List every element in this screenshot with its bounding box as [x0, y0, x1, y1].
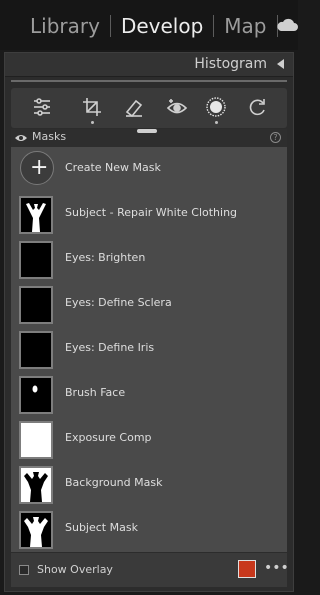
red-eye-icon[interactable]: [166, 96, 188, 118]
tool-indicator-dot: [91, 121, 94, 124]
plus-icon: +: [30, 155, 49, 180]
mask-list: + Create New Mask Subject - Repair White…: [11, 147, 287, 552]
right-panel: Histogram Masks ? + Create New Mask Subj…: [4, 52, 294, 592]
mask-thumbnail: [19, 331, 53, 369]
mask-thumbnail: [19, 241, 53, 279]
masks-header: Masks ?: [11, 129, 287, 147]
mask-label: Eyes: Define Sclera: [65, 296, 172, 309]
panel-edge: [294, 50, 298, 595]
list-item[interactable]: Subject - Repair White Clothing: [11, 192, 287, 237]
list-item[interactable]: Exposure Comp: [11, 417, 287, 462]
histogram-header[interactable]: Histogram: [5, 53, 293, 77]
mask-label: Brush Face: [65, 386, 126, 399]
mask-thumbnail: [19, 286, 53, 324]
healing-icon[interactable]: [123, 96, 145, 118]
divider: [11, 80, 287, 82]
tool-strip: [11, 88, 287, 128]
show-overlay-label: Show Overlay: [37, 563, 113, 576]
mask-thumbnail: [19, 511, 53, 549]
list-item[interactable]: Eyes: Define Sclera: [11, 282, 287, 327]
mask-thumbnail: [19, 466, 53, 504]
mask-label: Eyes: Define Iris: [65, 341, 155, 354]
crop-icon[interactable]: [81, 96, 103, 118]
mask-thumbnail: [19, 421, 53, 459]
masks-title: Masks: [32, 130, 67, 143]
list-item[interactable]: Subject Mask: [11, 507, 287, 552]
module-develop[interactable]: Develop: [111, 14, 213, 38]
edit-sliders-icon[interactable]: [31, 96, 53, 118]
collapse-triangle-icon[interactable]: [277, 59, 284, 69]
module-tabs: Library Develop Map: [30, 10, 278, 42]
mask-label: Subject Mask: [65, 521, 138, 534]
cloud-icon[interactable]: [275, 14, 299, 36]
presets-icon[interactable]: [246, 96, 268, 118]
module-picker: Library Develop Map: [0, 0, 298, 50]
create-new-mask-label: Create New Mask: [65, 161, 161, 174]
mask-thumbnail: [19, 376, 53, 414]
mask-label: Subject - Repair White Clothing: [65, 206, 238, 219]
module-library[interactable]: Library: [30, 14, 110, 38]
more-options-icon[interactable]: •••: [264, 559, 289, 577]
mask-label: Eyes: Brighten: [65, 251, 146, 264]
histogram-title: Histogram: [194, 56, 267, 72]
create-new-mask-row[interactable]: + Create New Mask: [11, 147, 287, 192]
eye-icon[interactable]: [15, 133, 27, 143]
tool-indicator-dot: [215, 121, 218, 124]
module-map[interactable]: Map: [214, 14, 276, 38]
list-item[interactable]: Background Mask: [11, 462, 287, 507]
list-item[interactable]: Brush Face: [11, 372, 287, 417]
list-item[interactable]: Eyes: Define Iris: [11, 327, 287, 372]
help-icon[interactable]: ?: [270, 132, 281, 143]
mask-thumbnail: [19, 196, 53, 234]
mask-label: Background Mask: [65, 476, 163, 489]
drag-handle[interactable]: [137, 129, 157, 133]
mask-label: Exposure Comp: [65, 431, 152, 444]
overlay-color-swatch[interactable]: [238, 560, 256, 578]
masking-icon[interactable]: [205, 96, 227, 118]
list-item[interactable]: Eyes: Brighten: [11, 237, 287, 282]
show-overlay-checkbox[interactable]: [19, 565, 29, 575]
add-mask-button[interactable]: +: [20, 151, 54, 185]
overlay-bar: Show Overlay •••: [11, 553, 289, 587]
